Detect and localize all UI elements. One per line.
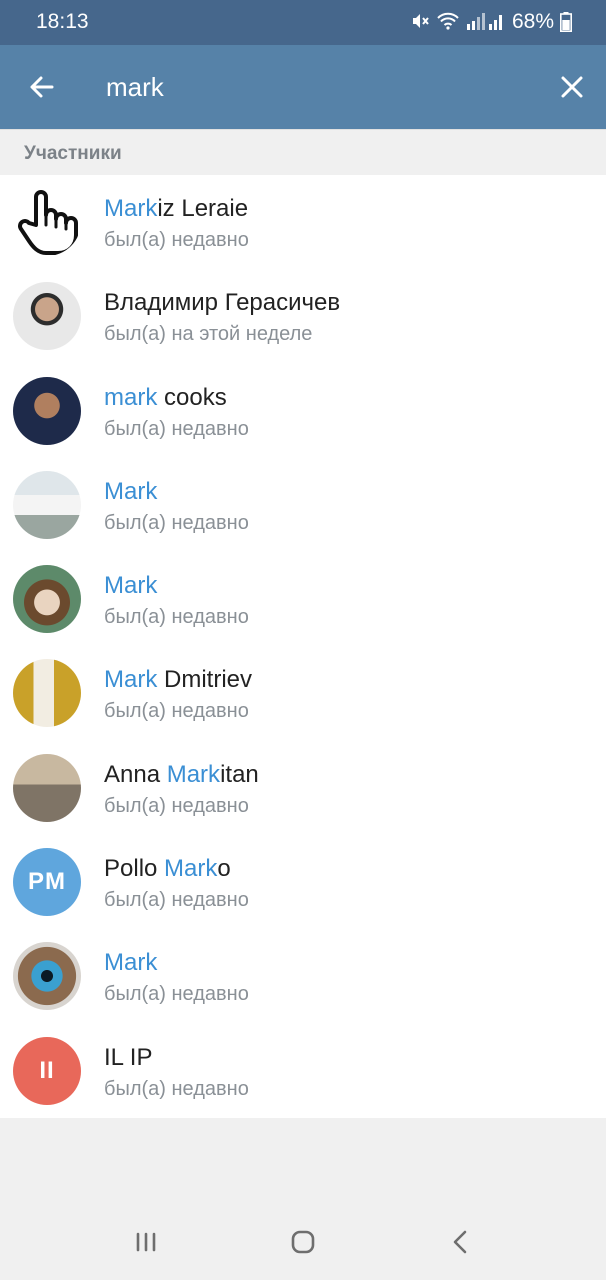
last-seen-status: был(а) недавно <box>104 229 249 251</box>
contact-name: Владимир Герасичев <box>104 289 341 317</box>
contact-name: Mark <box>104 949 157 977</box>
close-icon <box>561 76 583 98</box>
last-seen-status: был(а) недавно <box>104 794 249 817</box>
last-seen-status: был(а) недавно <box>104 889 249 912</box>
match-highlight: Mark <box>104 572 158 600</box>
section-header: Участники <box>0 129 606 175</box>
contact-name: Pollo Marko <box>104 855 231 883</box>
list-item[interactable]: Anna Markitan был(а) недавно <box>0 741 606 835</box>
contact-name: Mark <box>104 478 157 506</box>
avatar <box>13 188 81 256</box>
recent-apps-icon <box>136 1232 156 1252</box>
last-seen-status: был(а) недавно <box>104 1077 249 1100</box>
match-highlight: Mark <box>164 855 218 883</box>
list-item[interactable]: Владимир Герасичев был(а) на этой неделе <box>0 269 606 363</box>
list-item[interactable]: mark cooks был(а) недавно <box>0 364 606 458</box>
system-back-button[interactable] <box>441 1222 481 1262</box>
results-list: Markiz Leraie был(а) недавно Владимир Ге… <box>0 175 606 1118</box>
battery-percent: 68% <box>511 10 554 33</box>
search-app-bar <box>0 45 606 129</box>
mute-icon <box>413 14 429 28</box>
list-item[interactable]: Mark Dmitriev был(а) недавно <box>0 646 606 740</box>
status-time: 18:13 <box>36 10 89 33</box>
avatar <box>13 376 81 445</box>
avatar <box>13 470 81 539</box>
list-item[interactable]: Mark был(а) недавно <box>0 929 606 1023</box>
battery-icon <box>560 12 572 32</box>
recent-apps-button[interactable] <box>126 1222 166 1262</box>
clear-search-button[interactable] <box>552 67 592 107</box>
avatar <box>13 565 81 634</box>
list-item[interactable]: Markiz Leraie был(а) недавно <box>0 175 606 269</box>
match-highlight: Mark <box>104 477 158 505</box>
contact-name: Mark Dmitriev <box>104 666 253 694</box>
search-input[interactable] <box>106 65 526 109</box>
section-title: Участники <box>24 143 122 164</box>
contact-name: Anna Markitan <box>104 760 259 788</box>
contact-name: IL IP <box>104 1043 153 1071</box>
list-item[interactable]: Mark был(а) недавно <box>0 552 606 646</box>
contact-name: mark cooks <box>104 383 227 411</box>
avatar <box>13 942 81 1011</box>
last-seen-status: был(а) недавно <box>104 983 249 1006</box>
list-item[interactable]: PM Pollo Marko был(а) недавно <box>0 835 606 929</box>
status-bar: 18:13 68% <box>0 0 606 45</box>
battery-indicator: 68% <box>512 10 572 34</box>
last-seen-status: был(а) на этой неделе <box>104 323 313 346</box>
match-highlight: mark <box>104 383 158 411</box>
last-seen-status: был(а) недавно <box>104 700 249 723</box>
last-seen-status: был(а) недавно <box>104 417 249 440</box>
contact-name: Markiz Leraie <box>104 195 249 222</box>
back-button[interactable] <box>22 67 62 107</box>
home-icon <box>291 1230 315 1254</box>
last-seen-status: был(а) недавно <box>104 606 249 629</box>
last-seen-status: был(а) недавно <box>104 511 249 534</box>
status-icons <box>410 11 506 31</box>
match-highlight: Mark <box>104 949 158 977</box>
avatar-initials: PM <box>28 868 66 896</box>
home-button[interactable] <box>283 1222 323 1262</box>
arrow-left-icon <box>30 76 54 98</box>
match-highlight: Mark <box>104 195 158 222</box>
back-icon <box>453 1230 467 1254</box>
avatar <box>13 659 81 728</box>
signal-icon <box>467 13 502 30</box>
avatar <box>13 753 81 822</box>
match-highlight: Mark <box>104 666 158 694</box>
system-nav-bar <box>0 1200 606 1280</box>
wifi-icon <box>437 12 459 30</box>
avatar <box>13 282 81 351</box>
avatar-initials: II <box>39 1056 55 1084</box>
list-item[interactable]: Mark был(а) недавно <box>0 458 606 552</box>
match-highlight: Mark <box>166 760 221 788</box>
pointing-hand-icon <box>18 190 78 255</box>
avatar: II <box>13 1036 81 1105</box>
avatar: PM <box>13 848 81 917</box>
contact-name: Mark <box>104 572 157 600</box>
list-item[interactable]: II IL IP был(а) недавно <box>0 1024 606 1118</box>
